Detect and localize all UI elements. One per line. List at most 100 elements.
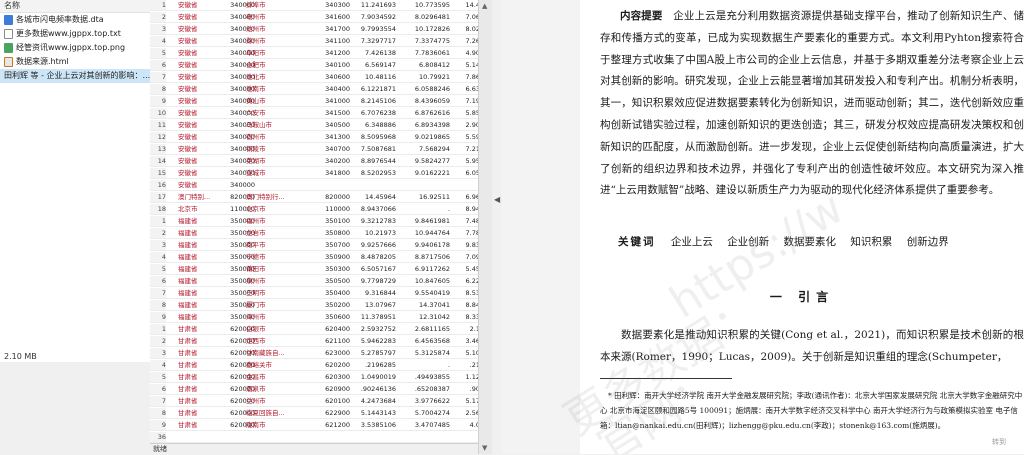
table-cell[interactable]: 安徽省	[178, 96, 224, 106]
table-cell[interactable]: 甘南藏族自...	[246, 348, 290, 358]
table-cell[interactable]: 10.944764	[400, 228, 450, 238]
table-cell[interactable]: 5.7004274	[400, 408, 450, 418]
table-cell[interactable]: 7.06	[458, 12, 478, 22]
table-row[interactable]: 6 安徽省 340000 合肥市 340100 6.569147 6.808412 5.14	[150, 60, 478, 71]
table-cell[interactable]: 6.9117262	[400, 264, 450, 274]
table-row[interactable]: 8 甘肃省 620000 临夏回族自... 622900 5.1443143 5.70042…	[150, 408, 478, 419]
table-cell[interactable]: 福建省	[178, 312, 224, 322]
table-cell[interactable]: 2.56	[458, 408, 478, 418]
table-cell[interactable]: 福建省	[178, 216, 224, 226]
pdf-viewer[interactable]: 内容提要 企业上云是充分利用数据资源提供基础支撑平台，推动了创新知识生产、储存和…	[502, 0, 1024, 454]
table-cell[interactable]: 7.26	[458, 36, 478, 46]
table-cell[interactable]: 7.7836061	[400, 48, 450, 58]
row-number[interactable]: 4	[150, 360, 166, 370]
table-cell[interactable]: 5.45	[458, 264, 478, 274]
table-row[interactable]: 12 安徽省 340000 宿州市 341300 8.5095968 9.0219865 5.…	[150, 132, 478, 143]
name-column-header[interactable]: 名称	[0, 0, 150, 13]
table-cell[interactable]: 5.3125874	[400, 348, 450, 358]
table-cell[interactable]: 16.92511	[400, 192, 450, 202]
table-cell[interactable]: 安徽省	[178, 36, 224, 46]
table-row[interactable]: 7 甘肃省 620000 兰州市 620100 4.2473684 3.9776622 5.1…	[150, 396, 478, 407]
table-row[interactable]: 7 福建省 350000 三明市 350400 9.316844 9.5540419 8.53	[150, 288, 478, 299]
table-cell[interactable]: 福建省	[178, 264, 224, 274]
table-cell[interactable]: 甘肃省	[178, 348, 224, 358]
table-cell[interactable]: 8.8717506	[400, 252, 450, 262]
table-cell[interactable]: 淮南市	[246, 84, 290, 94]
table-cell[interactable]: 厦门市	[246, 300, 290, 310]
table-cell[interactable]: 安徽省	[178, 60, 224, 70]
pane-splitter[interactable]: ◀	[492, 0, 502, 454]
table-cell[interactable]: 安徽省	[178, 120, 224, 130]
table-cell[interactable]: 芜湖市	[246, 156, 290, 166]
row-number[interactable]: 9	[150, 312, 166, 322]
table-row[interactable]: 10 安徽省 340000 六安市 341500 6.7076238 6.8762616 5.…	[150, 108, 478, 119]
table-cell[interactable]: 6.1221871	[346, 84, 396, 94]
table-cell[interactable]: 铜陵市	[246, 144, 290, 154]
table-cell[interactable]: 7.78	[458, 228, 478, 238]
table-cell[interactable]: 安徽省	[178, 84, 224, 94]
row-number[interactable]: 12	[150, 132, 166, 142]
row-number[interactable]: 7	[150, 396, 166, 406]
table-cell[interactable]: 安徽省	[178, 12, 224, 22]
table-cell[interactable]: 甘肃省	[178, 396, 224, 406]
table-cell[interactable]: 澳门特别...	[178, 192, 224, 202]
table-row[interactable]: 13 安徽省 340000 铜陵市 340700 7.5087681 7.568294 7.2…	[150, 144, 478, 155]
table-cell[interactable]: 8.9437066	[346, 204, 396, 214]
table-cell[interactable]: 酒泉市	[246, 384, 290, 394]
table-cell[interactable]: 10.847605	[400, 276, 450, 286]
table-cell[interactable]: 安徽省	[178, 132, 224, 142]
row-number[interactable]: 15	[150, 168, 166, 178]
table-cell[interactable]: 7.3374775	[400, 36, 450, 46]
table-cell[interactable]: .65208387	[400, 384, 450, 394]
table-row[interactable]: 7 安徽省 340000 淮北市 340600 10.48116 10.79921 7.86	[150, 72, 478, 83]
table-cell[interactable]: 安徽省	[178, 72, 224, 82]
table-row[interactable]: 4 安徽省 340000 滁州市 341100 7.3297717 7.3374775 7.2…	[150, 36, 478, 47]
table-cell[interactable]: 5.95	[458, 156, 478, 166]
table-cell[interactable]: 2.6811165	[400, 324, 450, 334]
table-cell[interactable]: 10.172826	[400, 24, 450, 34]
table-cell[interactable]: 6.5057167	[346, 264, 396, 274]
table-cell[interactable]: 8.2145106	[346, 96, 396, 106]
table-cell[interactable]: 8.4878205	[346, 252, 396, 262]
table-cell[interactable]: 8.94	[458, 204, 478, 214]
row-number[interactable]: 1	[150, 0, 166, 10]
table-cell[interactable]: 7.5087681	[346, 144, 396, 154]
table-cell[interactable]: 10.21973	[346, 228, 396, 238]
table-cell[interactable]: 6.808412	[400, 60, 450, 70]
row-number[interactable]: 10	[150, 108, 166, 118]
row-number[interactable]: 2	[150, 336, 166, 346]
table-cell[interactable]: 池州市	[246, 24, 290, 34]
table-row[interactable]: 5 甘肃省 620000 金昌市 620300 1.0490019.49493855 1.1…	[150, 372, 478, 383]
table-cell[interactable]: 5.17	[458, 396, 478, 406]
row-number[interactable]: 9	[150, 420, 166, 430]
row-number[interactable]: 8	[150, 84, 166, 94]
table-cell[interactable]: 淮北市	[246, 72, 290, 82]
table-cell[interactable]: 安徽省	[178, 48, 224, 58]
table-cell[interactable]: 9.83	[458, 240, 478, 250]
table-cell[interactable]: 340000	[225, 180, 255, 190]
table-cell[interactable]: 6.348886	[346, 120, 396, 130]
table-cell[interactable]: 4.2473684	[346, 396, 396, 406]
table-cell[interactable]: 亳州市	[246, 12, 290, 22]
table-cell[interactable]: 陇南市	[246, 420, 290, 430]
table-cell[interactable]: 甘肃省	[178, 360, 224, 370]
table-cell[interactable]: .2196285	[346, 360, 396, 370]
table-cell[interactable]: 7.48	[458, 216, 478, 226]
table-cell[interactable]: 6.7076238	[346, 108, 396, 118]
table-cell[interactable]: 宣城市	[246, 168, 290, 178]
file-item[interactable]: 数据来源.html	[0, 55, 150, 69]
table-cell[interactable]: 7.426138	[346, 48, 396, 58]
table-cell[interactable]: 福建省	[178, 240, 224, 250]
row-number[interactable]: 6	[150, 384, 166, 394]
table-cell[interactable]: 9.316844	[346, 288, 396, 298]
table-row[interactable]: 9 福建省 350000 漳州市 350600 11.378951 12.31042 8.33	[150, 312, 478, 323]
table-cell[interactable]: 5.9462283	[346, 336, 396, 346]
row-number[interactable]: 5	[150, 264, 166, 274]
file-item-selected[interactable]: 田利辉 等 - 企业上云对其创新的影响：...	[0, 0, 1024, 454]
table-cell[interactable]: 澳门特别行...	[246, 192, 290, 202]
row-number[interactable]: 6	[150, 60, 166, 70]
table-cell[interactable]: 福建省	[178, 252, 224, 262]
table-row[interactable]: 8 福建省 350000 厦门市 350200 13.07967 14.37041 8.84	[150, 300, 478, 311]
table-cell[interactable]: 安徽省	[178, 108, 224, 118]
table-cell[interactable]: 金昌市	[246, 372, 290, 382]
